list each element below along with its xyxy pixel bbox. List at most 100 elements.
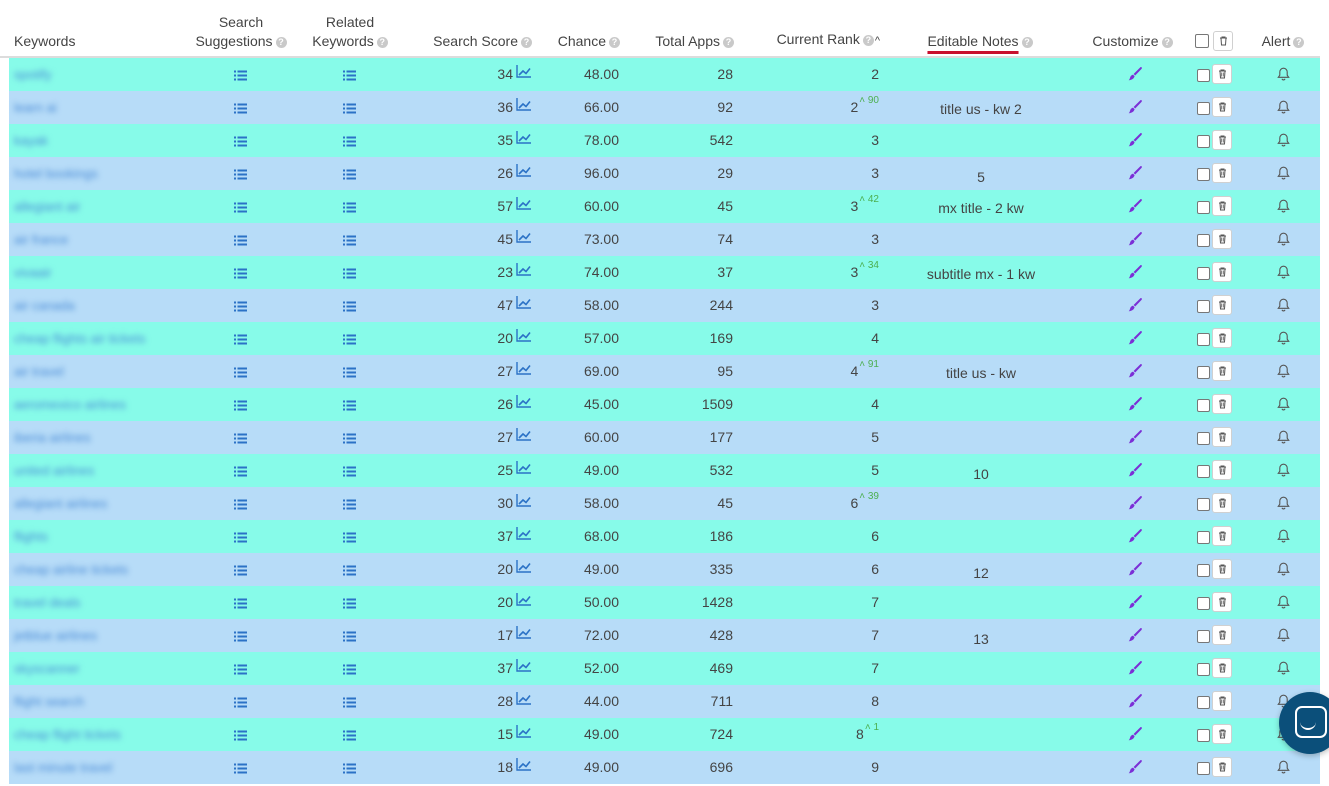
keyword-link[interactable]: vivaair <box>14 256 52 289</box>
bell-icon[interactable] <box>1277 529 1290 546</box>
editable-note[interactable] <box>901 324 1061 357</box>
row-checkbox[interactable] <box>1197 432 1210 445</box>
list-icon[interactable] <box>343 728 356 744</box>
question-icon[interactable]: ? <box>275 36 287 48</box>
question-icon[interactable]: ? <box>862 34 874 46</box>
row-checkbox[interactable] <box>1197 399 1210 412</box>
list-icon[interactable] <box>343 629 356 645</box>
question-icon[interactable]: ? <box>1293 36 1305 48</box>
keyword-link[interactable]: skyscanner <box>14 652 80 685</box>
keyword-link[interactable]: aeromexico airlines <box>14 388 126 421</box>
header-customize[interactable]: Customize? <box>1085 0 1180 56</box>
paint-brush-icon[interactable] <box>1127 528 1143 547</box>
editable-note[interactable] <box>901 126 1061 159</box>
editable-note[interactable] <box>901 489 1061 522</box>
question-icon[interactable]: ? <box>1161 36 1173 48</box>
editable-note[interactable] <box>901 390 1061 423</box>
row-checkbox[interactable] <box>1197 135 1210 148</box>
list-icon[interactable] <box>234 497 247 513</box>
list-icon[interactable] <box>343 431 356 447</box>
paint-brush-icon[interactable] <box>1127 363 1143 382</box>
editable-note[interactable]: title us - kw 2 <box>901 93 1061 126</box>
bell-icon[interactable] <box>1277 298 1290 315</box>
list-icon[interactable] <box>343 200 356 216</box>
header-alert[interactable]: Alert? <box>1252 0 1314 56</box>
bell-icon[interactable] <box>1277 331 1290 348</box>
editable-note[interactable] <box>901 654 1061 687</box>
delete-button[interactable] <box>1212 724 1232 744</box>
paint-brush-icon[interactable] <box>1127 330 1143 349</box>
keyword-link[interactable]: united airlines <box>14 454 94 487</box>
editable-note[interactable]: subtitle mx - 1 kw <box>901 258 1061 291</box>
row-checkbox[interactable] <box>1197 69 1210 82</box>
keyword-link[interactable]: last minute travel <box>14 751 112 784</box>
bell-icon[interactable] <box>1277 397 1290 414</box>
paint-brush-icon[interactable] <box>1127 165 1143 184</box>
row-checkbox[interactable] <box>1197 729 1210 742</box>
list-icon[interactable] <box>343 266 356 282</box>
bell-icon[interactable] <box>1277 595 1290 612</box>
row-checkbox[interactable] <box>1197 597 1210 610</box>
list-icon[interactable] <box>234 728 247 744</box>
editable-note[interactable] <box>901 225 1061 258</box>
delete-button[interactable] <box>1212 658 1232 678</box>
row-checkbox[interactable] <box>1197 168 1210 181</box>
list-icon[interactable] <box>343 233 356 249</box>
list-icon[interactable] <box>234 68 247 84</box>
delete-button[interactable] <box>1212 328 1232 348</box>
question-icon[interactable]: ? <box>376 36 388 48</box>
editable-note[interactable]: title us - kw <box>901 357 1061 390</box>
list-icon[interactable] <box>234 299 247 315</box>
paint-brush-icon[interactable] <box>1127 396 1143 415</box>
list-icon[interactable] <box>234 464 247 480</box>
list-icon[interactable] <box>234 101 247 117</box>
bell-icon[interactable] <box>1277 661 1290 678</box>
row-checkbox[interactable] <box>1197 696 1210 709</box>
delete-button[interactable] <box>1212 361 1232 381</box>
paint-brush-icon[interactable] <box>1127 66 1143 85</box>
bell-icon[interactable] <box>1277 67 1290 84</box>
row-checkbox[interactable] <box>1197 630 1210 643</box>
list-icon[interactable] <box>234 662 247 678</box>
row-checkbox[interactable] <box>1197 498 1210 511</box>
delete-button[interactable] <box>1212 460 1232 480</box>
paint-brush-icon[interactable] <box>1127 693 1143 712</box>
header-search-score[interactable]: Search Score? <box>410 0 532 56</box>
delete-button[interactable] <box>1212 295 1232 315</box>
keyword-link[interactable]: air canada <box>14 289 75 322</box>
editable-note[interactable] <box>901 60 1061 93</box>
bell-icon[interactable] <box>1277 760 1290 777</box>
keyword-link[interactable]: kayak <box>14 124 48 157</box>
delete-button[interactable] <box>1212 262 1232 282</box>
header-related-keywords[interactable]: Related Keywords? <box>300 0 400 56</box>
list-icon[interactable] <box>343 365 356 381</box>
list-icon[interactable] <box>343 134 356 150</box>
list-icon[interactable] <box>343 695 356 711</box>
list-icon[interactable] <box>234 134 247 150</box>
keyword-link[interactable]: air travel <box>14 355 64 388</box>
list-icon[interactable] <box>234 596 247 612</box>
keyword-link[interactable]: allegiant airlines <box>14 487 107 520</box>
question-icon[interactable]: ? <box>521 36 532 48</box>
paint-brush-icon[interactable] <box>1127 198 1143 217</box>
keyword-link[interactable]: flight search <box>14 685 84 718</box>
bell-icon[interactable] <box>1277 430 1290 447</box>
paint-brush-icon[interactable] <box>1127 99 1143 118</box>
list-icon[interactable] <box>234 266 247 282</box>
list-icon[interactable] <box>343 398 356 414</box>
bell-icon[interactable] <box>1277 463 1290 480</box>
delete-button[interactable] <box>1212 625 1232 645</box>
bell-icon[interactable] <box>1277 232 1290 249</box>
delete-button[interactable] <box>1212 64 1232 84</box>
bell-icon[interactable] <box>1277 496 1290 513</box>
paint-brush-icon[interactable] <box>1127 495 1143 514</box>
bell-icon[interactable] <box>1277 628 1290 645</box>
bell-icon[interactable] <box>1277 199 1290 216</box>
list-icon[interactable] <box>343 596 356 612</box>
paint-brush-icon[interactable] <box>1127 231 1143 250</box>
editable-note[interactable] <box>901 291 1061 324</box>
header-keywords[interactable]: Keywords <box>14 0 134 56</box>
list-icon[interactable] <box>343 167 356 183</box>
list-icon[interactable] <box>234 563 247 579</box>
delete-button[interactable] <box>1212 427 1232 447</box>
